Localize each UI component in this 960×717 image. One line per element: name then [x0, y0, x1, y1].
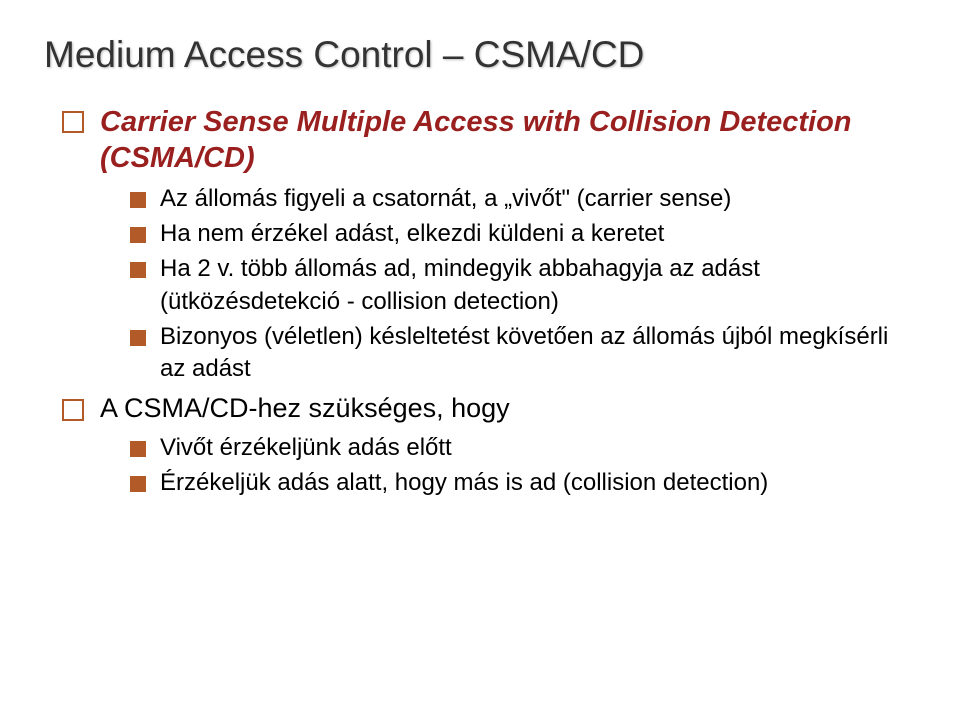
bullet-text: Carrier Sense Multiple Access with Colli…: [100, 104, 916, 177]
square-icon: [130, 476, 146, 492]
square-icon: [130, 330, 146, 346]
square-icon: [130, 441, 146, 457]
bullet-level2: Ha nem érzékel adást, elkezdi küldeni a …: [130, 218, 916, 250]
square-icon: [130, 227, 146, 243]
slide-content: Carrier Sense Multiple Access with Colli…: [44, 104, 916, 499]
bullet-level1: A CSMA/CD-hez szükséges, hogy: [62, 392, 916, 426]
bullet-text: Érzékeljük adás alatt, hogy más is ad (c…: [160, 467, 768, 499]
bullet-text: Ha nem érzékel adást, elkezdi küldeni a …: [160, 218, 664, 250]
bullet-level2: Ha 2 v. több állomás ad, mindegyik abbah…: [130, 253, 916, 318]
sub-bullet-group: Az állomás figyeli a csatornát, a „vivőt…: [62, 183, 916, 386]
bullet-level2: Bizonyos (véletlen) késleltetést követőe…: [130, 321, 916, 386]
slide-title: Medium Access Control – CSMA/CD: [44, 34, 916, 76]
bullet-text: Bizonyos (véletlen) késleltetést követőe…: [160, 321, 916, 386]
bullet-level2: Az állomás figyeli a csatornát, a „vivőt…: [130, 183, 916, 215]
bullet-level2: Érzékeljük adás alatt, hogy más is ad (c…: [130, 467, 916, 499]
bullet-text: Vivőt érzékeljünk adás előtt: [160, 432, 452, 464]
bullet-text: Az állomás figyeli a csatornát, a „vivőt…: [160, 183, 731, 215]
slide: Medium Access Control – CSMA/CD Carrier …: [0, 0, 960, 717]
bullet-text: A CSMA/CD-hez szükséges, hogy: [100, 392, 510, 426]
square-icon: [130, 192, 146, 208]
square-icon: [130, 262, 146, 278]
square-outline-icon: [62, 399, 84, 421]
bullet-level1: Carrier Sense Multiple Access with Colli…: [62, 104, 916, 177]
bullet-level2: Vivőt érzékeljünk adás előtt: [130, 432, 916, 464]
sub-bullet-group: Vivőt érzékeljünk adás előtt Érzékeljük …: [62, 432, 916, 500]
bullet-text: Ha 2 v. több állomás ad, mindegyik abbah…: [160, 253, 916, 318]
square-outline-icon: [62, 111, 84, 133]
